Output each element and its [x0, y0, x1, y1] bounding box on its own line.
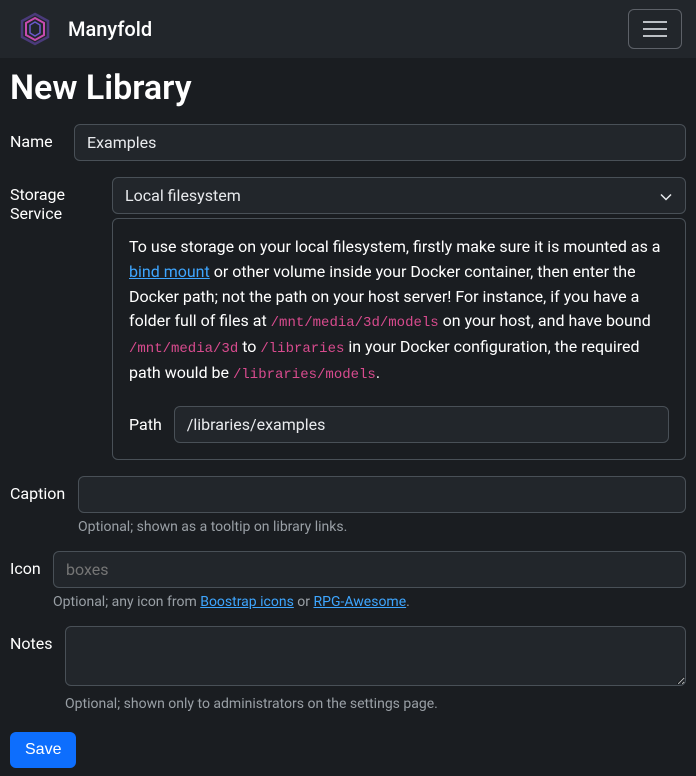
- path-row: Path: [129, 406, 669, 443]
- icon-label: Icon: [10, 551, 53, 610]
- brand-text: Manyfold: [68, 17, 152, 41]
- icon-hint: Optional; any icon from Boostrap icons o…: [53, 594, 686, 610]
- bind-mount-link[interactable]: bind mount: [129, 262, 210, 281]
- navbar-toggler-button[interactable]: [628, 9, 682, 49]
- brand-logo-icon: [14, 8, 56, 50]
- storage-row: Storage Service Local filesystem To use …: [10, 177, 686, 460]
- notes-textarea[interactable]: [65, 626, 686, 686]
- storage-help-card: To use storage on your local filesystem,…: [112, 218, 686, 460]
- navbar: Manyfold: [0, 0, 696, 58]
- code-path: /mnt/media/3d/models: [271, 315, 439, 331]
- save-button[interactable]: Save: [10, 732, 76, 768]
- icon-input[interactable]: [53, 551, 686, 588]
- caption-label: Caption: [10, 476, 78, 535]
- hamburger-icon: [643, 19, 667, 40]
- bootstrap-icons-link[interactable]: Boostrap icons: [200, 594, 294, 610]
- code-path: /libraries: [260, 341, 344, 357]
- rpg-awesome-link[interactable]: RPG-Awesome: [314, 594, 407, 610]
- storage-help-text: To use storage on your local filesystem,…: [129, 235, 669, 386]
- caption-input[interactable]: [78, 476, 686, 513]
- code-path: /mnt/media/3d: [129, 341, 238, 357]
- notes-label: Notes: [10, 626, 65, 712]
- name-label: Name: [10, 124, 74, 161]
- name-row: Name: [10, 124, 686, 161]
- code-path: /libraries/models: [233, 367, 376, 383]
- name-input[interactable]: [74, 124, 686, 161]
- page-content: New Library Name Storage Service Local f…: [0, 58, 696, 776]
- icon-row: Icon Optional; any icon from Boostrap ic…: [10, 551, 686, 610]
- path-input[interactable]: [174, 406, 669, 443]
- storage-label: Storage Service: [10, 177, 112, 460]
- notes-row: Notes Optional; shown only to administra…: [10, 626, 686, 712]
- path-label: Path: [129, 415, 162, 434]
- caption-row: Caption Optional; shown as a tooltip on …: [10, 476, 686, 535]
- caption-hint: Optional; shown as a tooltip on library …: [78, 519, 686, 535]
- page-title: New Library: [10, 68, 686, 108]
- storage-select[interactable]: Local filesystem: [112, 177, 686, 214]
- navbar-brand[interactable]: Manyfold: [14, 8, 152, 50]
- notes-hint: Optional; shown only to administrators o…: [65, 696, 686, 712]
